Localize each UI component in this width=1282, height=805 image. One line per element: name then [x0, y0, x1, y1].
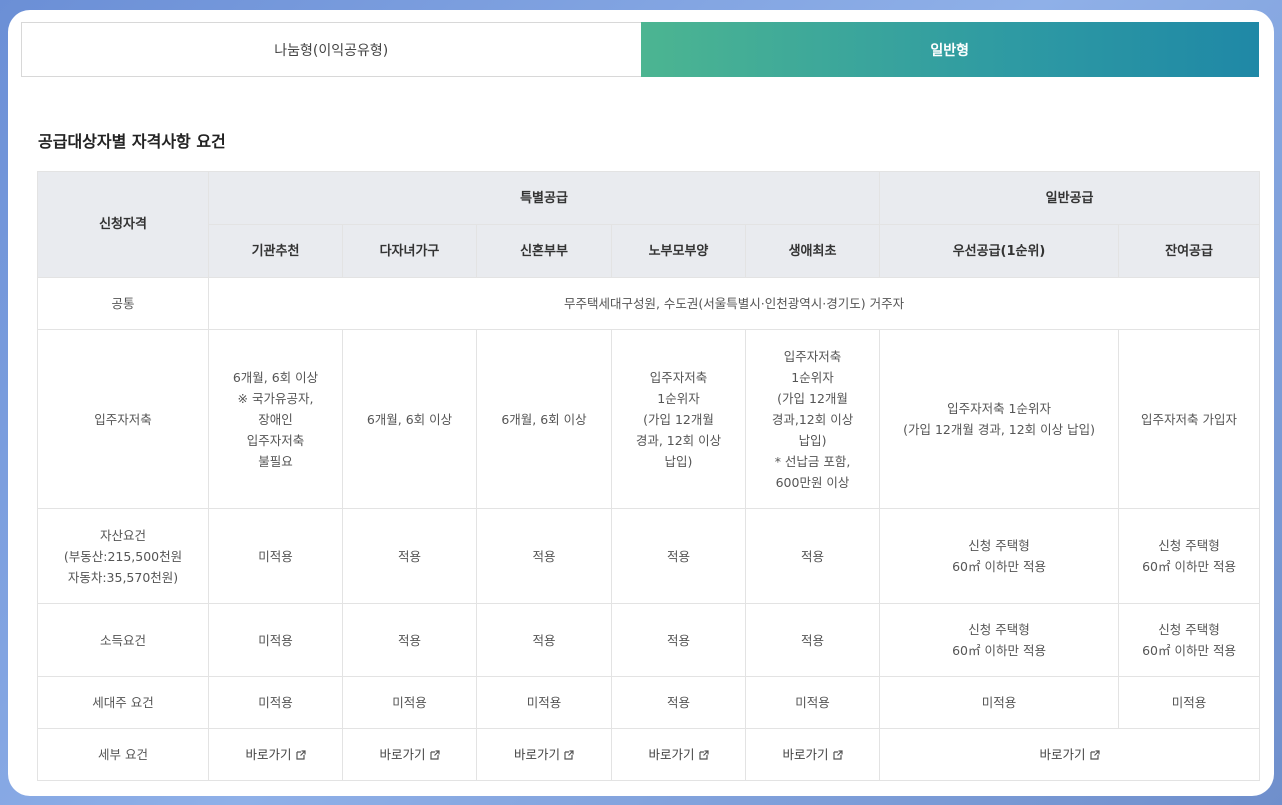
table-cell: 적용 [342, 603, 477, 677]
section-title: 공급대상자별 자격사항 요건 [38, 132, 226, 151]
link-label: 바로가기 [1039, 747, 1086, 762]
tab-sharing-type[interactable]: 나눔형(이익공유형) [21, 22, 641, 77]
detail-link-first-time[interactable]: 바로가기 [783, 744, 843, 765]
header-qualification: 신청자격 [37, 171, 209, 278]
table-row: 입주자저축 6개월, 6회 이상 ※ 국가유공자, 장애인 입주자저축 불필요 … [37, 329, 1261, 509]
table-cell: 신청 주택형 60㎡ 이하만 적용 [1118, 508, 1261, 604]
table-cell: 6개월, 6회 이상 [342, 329, 477, 509]
header-col: 다자녀가구 [342, 224, 477, 278]
table-cell: 입주자저축 1순위자 (가입 12개월 경과, 12회 이상 납입) [611, 329, 746, 509]
table-cell: 6개월, 6회 이상 ※ 국가유공자, 장애인 입주자저축 불필요 [208, 329, 343, 509]
row-label-savings: 입주자저축 [37, 329, 209, 509]
external-link-icon [295, 749, 306, 760]
table-cell: 미적용 [879, 676, 1120, 729]
link-label: 바로가기 [648, 747, 695, 762]
external-link-icon [832, 749, 843, 760]
table-cell: 신청 주택형 60㎡ 이하만 적용 [879, 508, 1120, 604]
detail-link-multichild[interactable]: 바로가기 [379, 744, 440, 765]
table-cell: 적용 [342, 508, 477, 604]
header-col: 신혼부부 [476, 224, 612, 278]
table-cell: 적용 [611, 676, 746, 729]
header-special-supply: 특별공급 [207, 171, 881, 225]
table-cell: 적용 [476, 603, 612, 677]
table-cell: 바로가기 [879, 728, 1261, 781]
table-row: 세부 요건 바로가기 바로가기 바로가기 바로가기 바로가기 바로가기 [37, 728, 1261, 781]
external-link-icon [564, 749, 574, 760]
link-label: 바로가기 [245, 747, 292, 762]
common-requirement: 무주택세대구성원, 수도권(서울특별시·인천광역시·경기도) 거주자 [207, 277, 1261, 330]
detail-link-general[interactable]: 바로가기 [1040, 744, 1100, 765]
table-cell: 미적용 [208, 508, 343, 604]
header-col: 기관추천 [208, 224, 343, 278]
row-label-householder: 세대주 요건 [37, 676, 209, 729]
link-label: 바로가기 [379, 747, 426, 762]
table-row: 세대주 요건 미적용 미적용 미적용 적용 미적용 미적용 미적용 [37, 676, 1261, 729]
table-cell: 바로가기 [208, 728, 343, 781]
table-row: 소득요건 미적용 적용 적용 적용 적용 신청 주택형 60㎡ 이하만 적용 신… [37, 603, 1261, 677]
table-cell: 입주자저축 가입자 [1118, 329, 1261, 509]
table-cell: 적용 [611, 603, 746, 677]
table-cell: 바로가기 [744, 728, 881, 781]
external-link-icon [698, 749, 709, 760]
table-cell: 미적용 [208, 676, 343, 729]
link-label: 바로가기 [782, 747, 829, 762]
tab-general-type[interactable]: 일반형 [640, 22, 1259, 77]
table-cell: 입주자저축 1순위자 (가입 12개월 경과,12회 이상 납입) * 선납금 … [744, 329, 881, 509]
table-cell: 적용 [476, 508, 612, 604]
detail-link-agency[interactable]: 바로가기 [245, 744, 306, 765]
content-panel: 나눔형(이익공유형) 일반형 공급대상자별 자격사항 요건 신청자격 특별공급 … [8, 10, 1274, 796]
row-label-asset: 자산요건 (부동산:215,500천원 자동차:35,570천원) [37, 508, 209, 604]
table-row: 공통 무주택세대구성원, 수도권(서울특별시·인천광역시·경기도) 거주자 [37, 277, 1261, 330]
table-cell: 미적용 [342, 676, 477, 729]
table-cell: 바로가기 [342, 728, 477, 781]
external-link-icon [1089, 749, 1100, 760]
table-cell: 신청 주택형 60㎡ 이하만 적용 [1118, 603, 1261, 677]
table-cell: 입주자저축 1순위자 (가입 12개월 경과, 12회 이상 납입) [879, 329, 1120, 509]
table-cell: 미적용 [208, 603, 343, 677]
header-col: 생애최초 [744, 224, 881, 278]
detail-link-newlywed[interactable]: 바로가기 [514, 744, 574, 765]
row-label-detail: 세부 요건 [37, 728, 209, 781]
row-label-income: 소득요건 [37, 603, 209, 677]
header-col: 잔여공급 [1118, 224, 1261, 278]
row-label-common: 공통 [37, 277, 209, 330]
table-cell: 미적용 [476, 676, 612, 729]
header-col: 우선공급(1순위) [879, 224, 1120, 278]
external-link-icon [429, 749, 440, 760]
table-cell: 적용 [611, 508, 746, 604]
header-col: 노부모부양 [611, 224, 746, 278]
table-row: 자산요건 (부동산:215,500천원 자동차:35,570천원) 미적용 적용… [37, 508, 1261, 604]
link-label: 바로가기 [513, 747, 560, 762]
table-cell: 미적용 [744, 676, 881, 729]
table-cell: 적용 [744, 603, 881, 677]
header-general-supply: 일반공급 [879, 171, 1261, 225]
table-cell: 6개월, 6회 이상 [476, 329, 612, 509]
table-cell: 미적용 [1118, 676, 1261, 729]
table-cell: 신청 주택형 60㎡ 이하만 적용 [879, 603, 1120, 677]
table-cell: 바로가기 [611, 728, 746, 781]
table-cell: 바로가기 [476, 728, 612, 781]
table-cell: 적용 [744, 508, 881, 604]
detail-link-elderly[interactable]: 바로가기 [648, 744, 709, 765]
housing-type-tabs: 나눔형(이익공유형) 일반형 [21, 22, 1259, 77]
qualification-table: 신청자격 특별공급 일반공급 기관추천 다자녀가구 신혼부부 노부모부양 생애최… [37, 171, 1261, 781]
